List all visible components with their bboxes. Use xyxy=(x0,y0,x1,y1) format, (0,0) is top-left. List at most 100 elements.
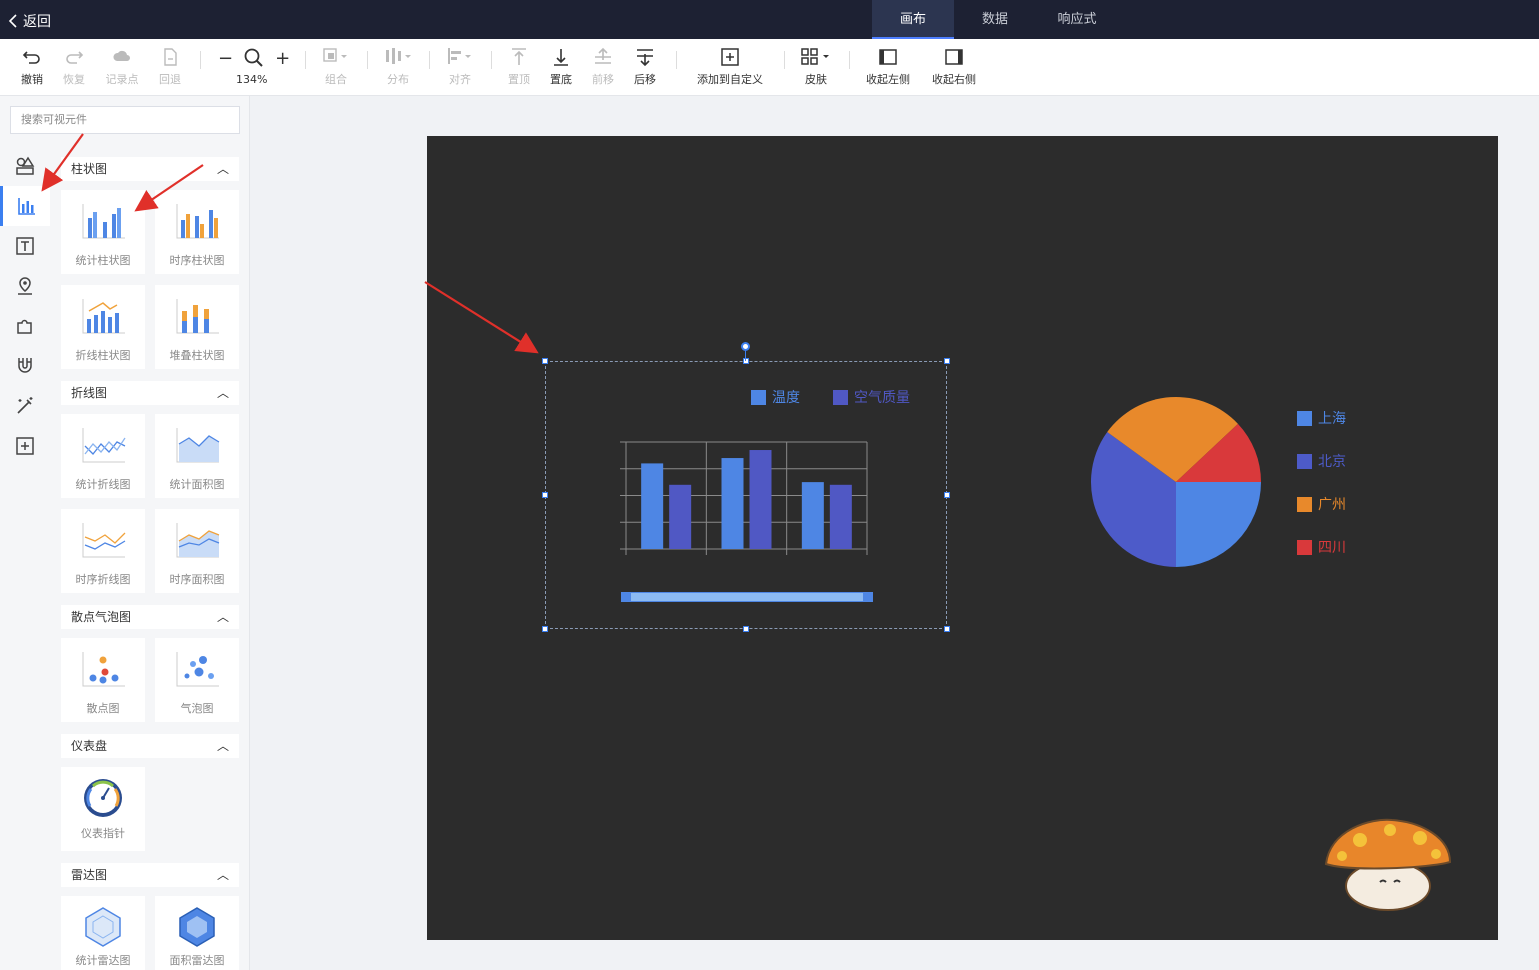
resize-handle-w[interactable] xyxy=(542,492,548,498)
zoom-out-icon[interactable]: − xyxy=(218,48,233,69)
divider xyxy=(784,51,785,69)
chevron-up-icon[interactable]: ︿ xyxy=(217,381,229,405)
rail-item-charts[interactable] xyxy=(0,186,50,226)
chart-card-time-bar[interactable]: 时序柱状图 xyxy=(155,190,239,274)
legend-label: 四川 xyxy=(1318,540,1346,556)
to-top-button[interactable]: 置顶 xyxy=(499,46,539,87)
section-header-gauge[interactable]: 仪表盘 ︿ xyxy=(61,734,239,758)
legend-label: 温度 xyxy=(772,390,800,406)
slider-handle-right[interactable] xyxy=(863,592,873,602)
file-back-icon xyxy=(164,48,177,66)
align-button[interactable]: 对齐 xyxy=(440,46,480,87)
redo-button[interactable]: 恢复 xyxy=(54,46,94,87)
skin-button[interactable]: 皮肤 xyxy=(796,46,836,87)
chart-card-label: 散点图 xyxy=(86,702,120,715)
rail-item-map[interactable] xyxy=(0,266,50,306)
collapse-left-button[interactable]: 收起左侧 xyxy=(866,46,910,87)
collapse-right-button[interactable]: 收起右侧 xyxy=(932,46,976,87)
resize-handle-nw[interactable] xyxy=(542,358,548,364)
chevron-up-icon[interactable]: ︿ xyxy=(217,605,229,629)
category-rail xyxy=(0,96,50,970)
undo-button[interactable]: 撤销 xyxy=(12,46,52,87)
magic-wand-icon xyxy=(17,397,33,414)
resize-handle-sw[interactable] xyxy=(542,626,548,632)
chart-card-bubble[interactable]: 气泡图 xyxy=(155,638,239,722)
section-header-radar[interactable]: 雷达图 ︿ xyxy=(61,863,239,887)
collapse-right-label: 收起右侧 xyxy=(932,73,976,86)
magnifier-icon[interactable] xyxy=(243,47,265,69)
collapse-left-icon xyxy=(879,49,897,65)
section-header-line[interactable]: 折线图 ︿ xyxy=(61,381,239,405)
stat-line-chart-icon xyxy=(82,428,126,463)
legend-item-air-quality[interactable]: 空气质量 xyxy=(833,387,910,407)
legend-item-beijing[interactable]: 北京 xyxy=(1297,451,1346,471)
scatter-chart-icon xyxy=(82,652,125,687)
chart-card-stack-bar[interactable]: 堆叠柱状图 xyxy=(155,285,239,369)
resize-handle-se[interactable] xyxy=(944,626,950,632)
divider xyxy=(676,51,677,69)
chart-card-stat-area[interactable]: 统计面积图 xyxy=(155,414,239,498)
zoom-in-icon[interactable]: + xyxy=(275,48,290,69)
rollback-button[interactable]: 回退 xyxy=(150,46,190,87)
resize-handle-ne[interactable] xyxy=(944,358,950,364)
rail-item-custom[interactable] xyxy=(0,426,50,466)
bubble-chart-icon xyxy=(176,652,219,687)
legend-item-shanghai[interactable]: 上海 xyxy=(1297,408,1346,428)
chart-card-stat-line[interactable]: 统计折线图 xyxy=(61,414,145,498)
bar-chart-icon xyxy=(17,198,35,215)
chart-card-stat-bar[interactable]: 统计柱状图 xyxy=(61,190,145,274)
rail-item-layout[interactable] xyxy=(0,146,50,186)
slider-handle-left[interactable] xyxy=(621,592,631,602)
legend-item-temperature[interactable]: 温度 xyxy=(751,387,800,407)
resize-handle-e[interactable] xyxy=(944,492,950,498)
text-icon xyxy=(16,237,34,255)
rail-item-magic[interactable] xyxy=(0,386,50,426)
component-search-input[interactable] xyxy=(10,106,240,134)
chart-card-time-line[interactable]: 时序折线图 xyxy=(61,509,145,593)
legend-item-guangzhou[interactable]: 广州 xyxy=(1297,494,1346,514)
top-bar: 返回 画布 数据 响应式 xyxy=(0,0,1539,39)
chevron-up-icon[interactable]: ︿ xyxy=(217,734,229,758)
chart-card-label: 时序折线图 xyxy=(75,573,131,586)
chevron-up-icon[interactable]: ︿ xyxy=(217,157,229,181)
legend-item-sichuan[interactable]: 四川 xyxy=(1297,537,1346,557)
section-header-scatter[interactable]: 散点气泡图 ︿ xyxy=(61,605,239,629)
redo-label: 恢复 xyxy=(63,73,85,86)
tab-responsive[interactable]: 响应式 xyxy=(1036,0,1118,39)
resize-handle-s[interactable] xyxy=(743,626,749,632)
chart-card-scatter[interactable]: 散点图 xyxy=(61,638,145,722)
chart-card-time-area[interactable]: 时序面积图 xyxy=(155,509,239,593)
backward-button[interactable]: 后移 xyxy=(625,46,665,87)
forward-button[interactable]: 前移 xyxy=(583,46,623,87)
chart-card-gauge[interactable]: 仪表指针 xyxy=(61,767,145,851)
tab-canvas[interactable]: 画布 xyxy=(872,0,954,39)
resize-handle-n[interactable] xyxy=(743,358,749,364)
chart-card-line-bar[interactable]: 折线柱状图 xyxy=(61,285,145,369)
chevron-up-icon[interactable]: ︿ xyxy=(217,863,229,887)
rail-item-magnet[interactable] xyxy=(0,346,50,386)
stat-area-chart-icon xyxy=(176,428,220,463)
add-custom-button[interactable]: 添加到自定义 xyxy=(697,46,763,87)
rail-item-text[interactable] xyxy=(0,226,50,266)
rotate-handle[interactable] xyxy=(741,342,750,351)
to-bottom-button[interactable]: 置底 xyxy=(541,46,581,87)
chart-card-stat-radar[interactable]: 统计雷达图 xyxy=(61,896,145,970)
back-button[interactable]: 返回 xyxy=(8,11,51,31)
group-icon xyxy=(323,48,347,62)
to-top-label: 置顶 xyxy=(508,73,530,86)
tab-data[interactable]: 数据 xyxy=(954,0,1036,39)
chart-card-area-radar[interactable]: 面积雷达图 xyxy=(155,896,239,970)
add-custom-icon xyxy=(721,48,739,66)
custom-add-icon xyxy=(16,437,34,455)
chart-card-label: 时序柱状图 xyxy=(169,254,225,267)
record-button[interactable]: 记录点 xyxy=(102,46,142,87)
redo-icon xyxy=(66,51,84,64)
gauge-icon xyxy=(84,779,122,817)
data-zoom-slider[interactable] xyxy=(621,592,873,602)
rail-item-components[interactable] xyxy=(0,306,50,346)
section-header-bar[interactable]: 柱状图 ︿ xyxy=(61,157,239,181)
stack-bar-chart-icon xyxy=(176,299,219,334)
distribute-icon xyxy=(386,48,411,64)
group-button[interactable]: 组合 xyxy=(316,46,356,87)
distribute-button[interactable]: 分布 xyxy=(378,46,418,87)
